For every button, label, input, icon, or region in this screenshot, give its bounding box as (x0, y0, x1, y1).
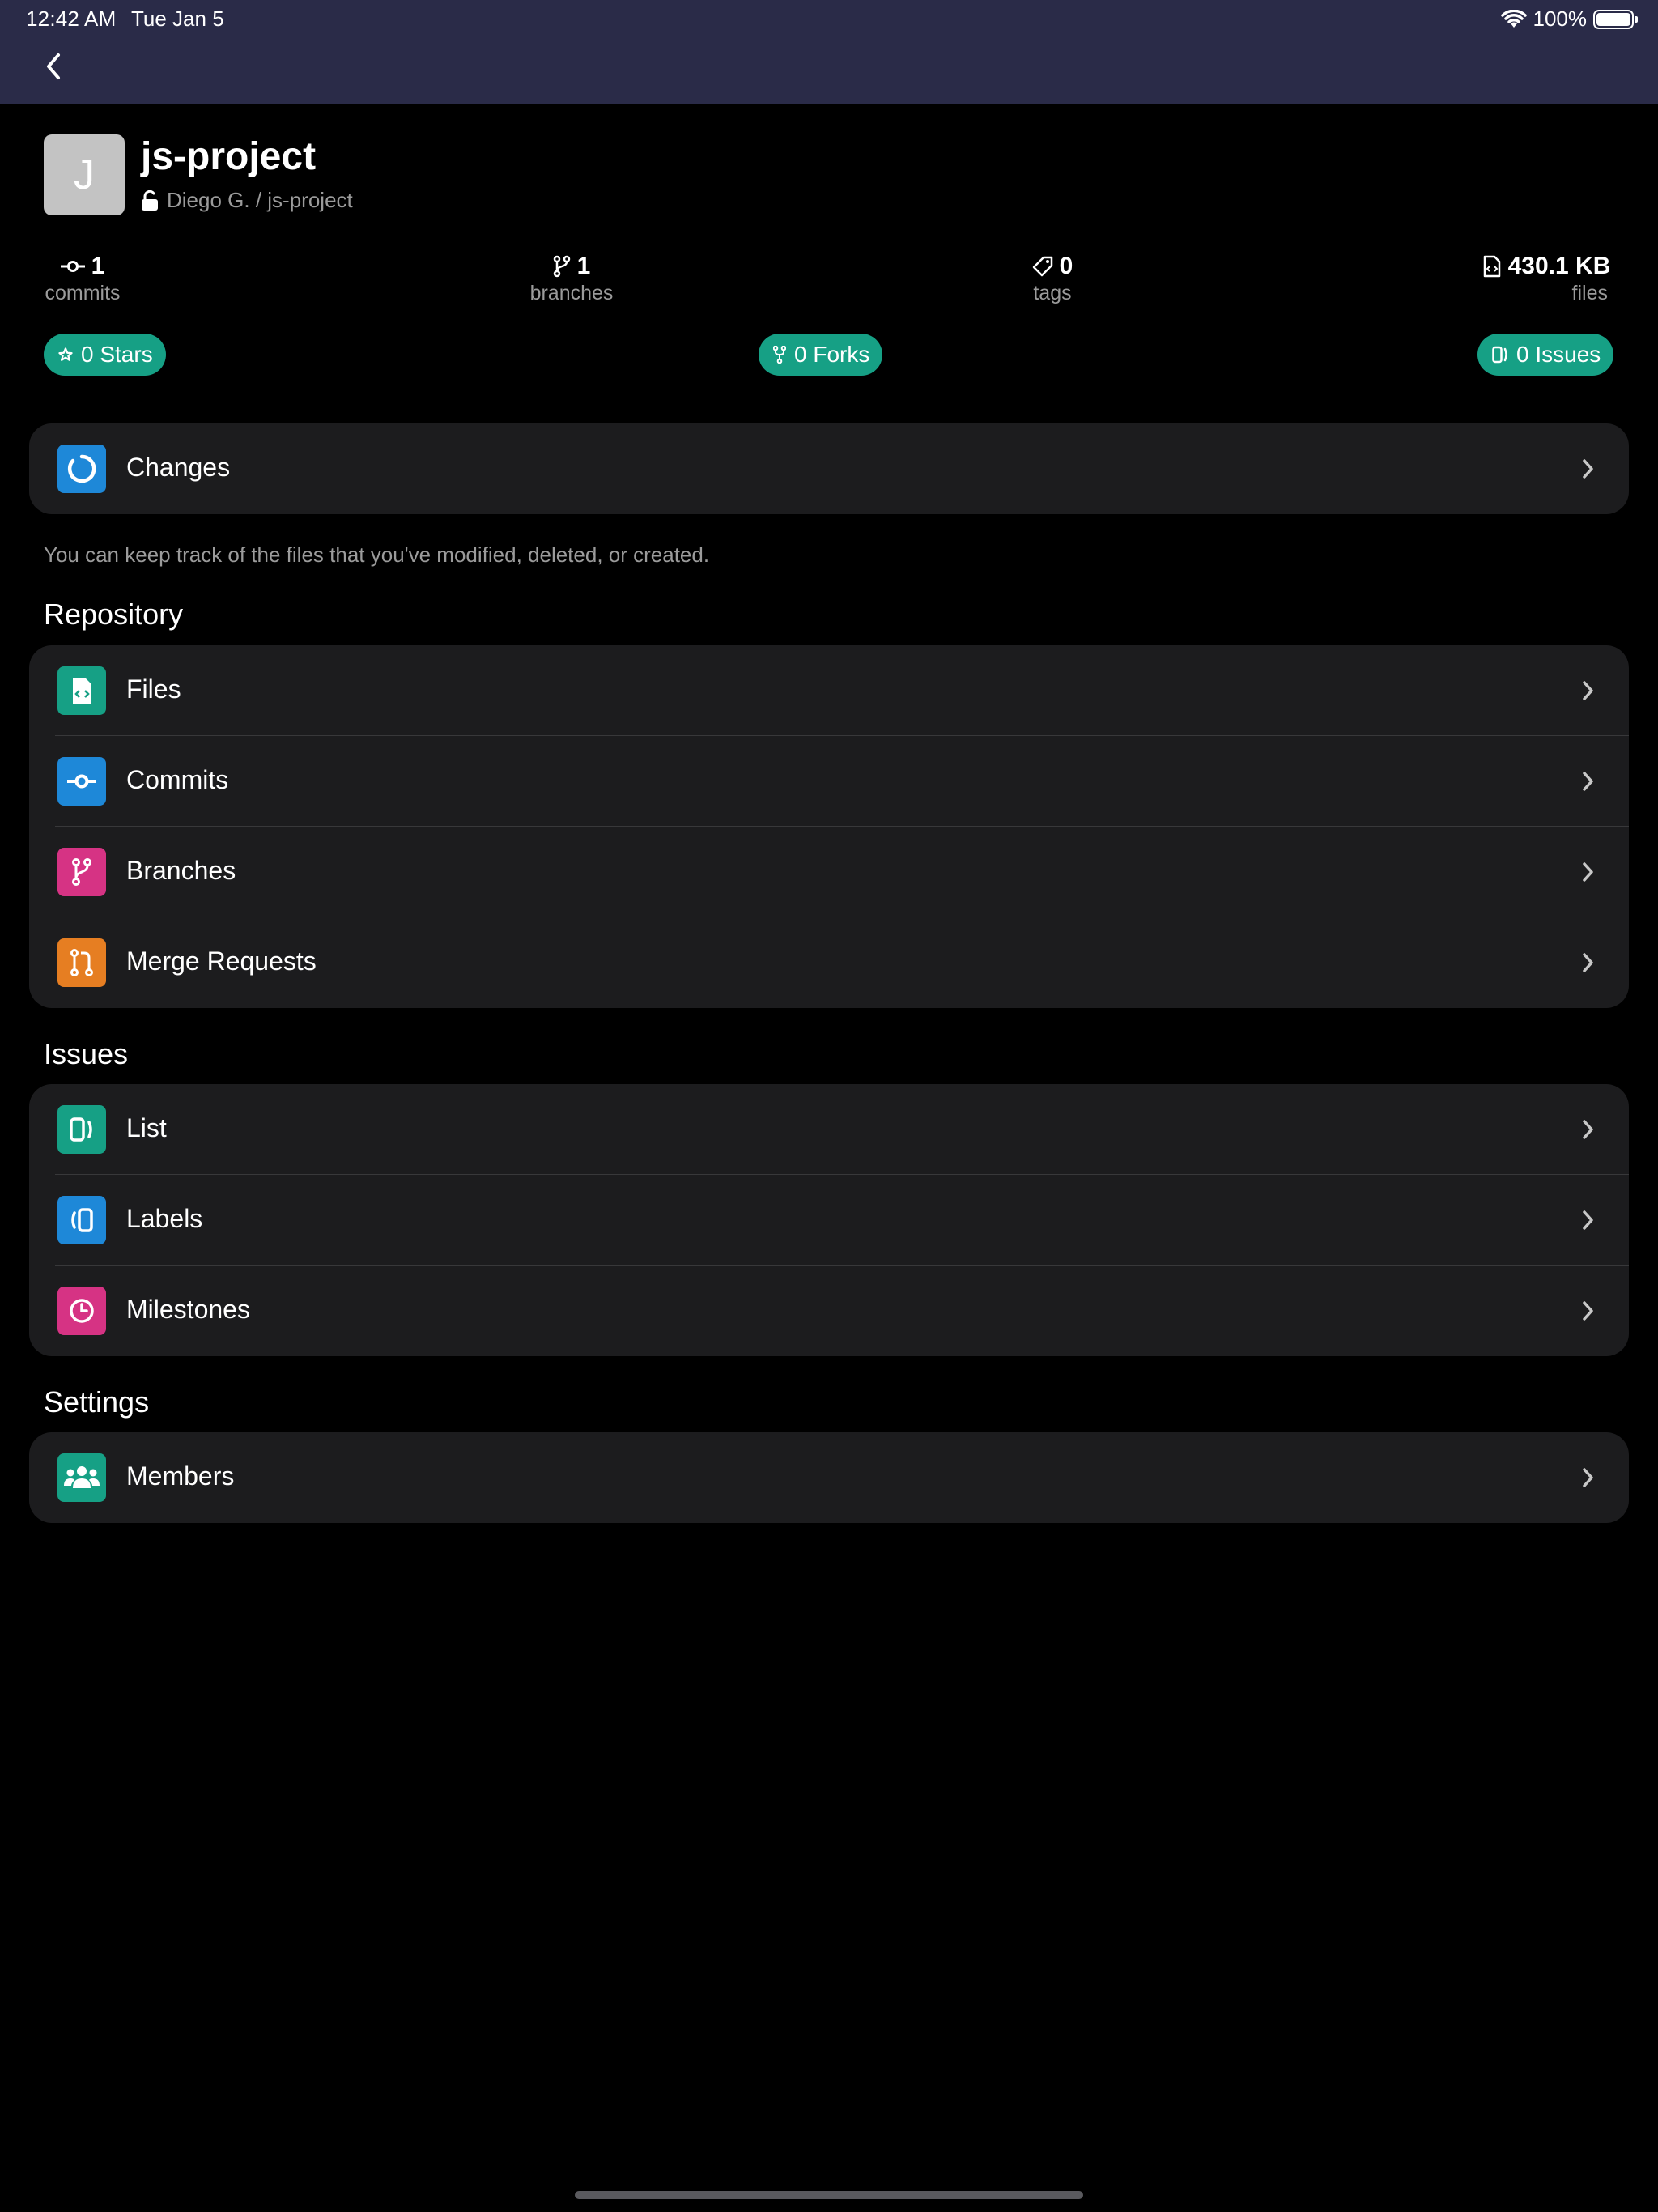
wifi-icon (1500, 9, 1527, 28)
milestones-row[interactable]: Milestones (29, 1266, 1629, 1356)
stat-branches-label: branches (529, 282, 614, 304)
repository-card: Files Commits Branches Merge Requests (29, 645, 1629, 1008)
clock-icon (57, 1287, 106, 1335)
merge-requests-label: Merge Requests (126, 946, 317, 976)
list-label: List (126, 1113, 167, 1142)
stat-tags-label: tags (1033, 282, 1072, 304)
project-path: Diego G. / js-project (141, 188, 353, 213)
chevron-right-icon (1583, 1120, 1593, 1139)
chevron-right-icon (1583, 459, 1593, 479)
forks-label: 0 Forks (794, 342, 870, 367)
list-row[interactable]: List (29, 1084, 1629, 1175)
page-title: js-project (141, 135, 317, 178)
stars-button[interactable]: 0 Stars (44, 334, 166, 376)
chevron-right-icon (1583, 1468, 1593, 1487)
merge-requests-row[interactable]: Merge Requests (29, 917, 1629, 1008)
stat-tags-value: 0 (1059, 253, 1073, 279)
battery-icon (1593, 9, 1638, 29)
chevron-right-icon (1583, 1301, 1593, 1321)
back-button[interactable] (39, 50, 68, 83)
chevron-right-icon (1583, 953, 1593, 972)
chevron-right-icon (1583, 772, 1593, 791)
labels-label: Labels (126, 1204, 203, 1233)
stat-commits-label: commits (45, 282, 121, 304)
merge-request-icon (57, 938, 106, 987)
stat-tags[interactable]: 0 tags (1020, 253, 1085, 305)
chevron-left-icon (47, 53, 60, 79)
commits-label: Commits (126, 765, 229, 794)
files-row[interactable]: Files (29, 645, 1629, 736)
forks-button[interactable]: 0 Forks (759, 334, 883, 376)
fork-icon (773, 346, 786, 364)
chevron-right-icon (1583, 862, 1593, 882)
status-time: 12:42 AM (26, 6, 117, 31)
section-title-repository: Repository (44, 598, 184, 631)
status-indicators: 100% (1500, 6, 1638, 32)
stat-branches-value: 1 (576, 253, 591, 279)
file-code-icon (1483, 255, 1500, 278)
project-path-text: Diego G. / js-project (167, 188, 353, 212)
stat-files-label: files (1571, 282, 1608, 304)
issues-card: List Labels Milestones (29, 1084, 1629, 1356)
issues-icon (1492, 346, 1507, 364)
changes-footnote: You can keep track of the files that you… (44, 542, 710, 567)
stat-files[interactable]: 430.1 KB files (1473, 253, 1619, 305)
changes-row[interactable]: Changes (29, 423, 1629, 514)
stat-commits[interactable]: 1 commits (44, 253, 121, 305)
users-icon (57, 1453, 106, 1502)
stars-label: 0 Stars (81, 342, 153, 367)
commit-icon (57, 757, 106, 806)
labels-row[interactable]: Labels (29, 1175, 1629, 1266)
members-label: Members (126, 1461, 235, 1491)
navigation-bar: 12:42 AM Tue Jan 5 100% (0, 0, 1658, 104)
stat-branches[interactable]: 1 branches (526, 253, 617, 305)
members-row[interactable]: Members (29, 1432, 1629, 1523)
branches-label: Branches (126, 856, 236, 885)
file-code-icon (57, 666, 106, 715)
branch-icon (553, 255, 570, 278)
milestones-label: Milestones (126, 1295, 250, 1324)
settings-card: Members (29, 1432, 1629, 1523)
stat-files-value: 430.1 KB (1507, 253, 1611, 279)
status-date: Tue Jan 5 (131, 6, 224, 31)
battery-percent: 100% (1533, 6, 1588, 31)
issues-list-icon (57, 1105, 106, 1154)
issues-button[interactable]: 0 Issues (1477, 334, 1614, 376)
changes-label: Changes (126, 453, 231, 482)
branch-icon (57, 848, 106, 896)
home-indicator[interactable] (575, 2191, 1083, 2199)
branches-row[interactable]: Branches (29, 827, 1629, 917)
section-title-settings: Settings (44, 1385, 150, 1419)
tag-icon (1032, 256, 1052, 277)
changes-icon (57, 445, 106, 493)
unlock-icon (142, 189, 158, 211)
issues-label: 0 Issues (1516, 342, 1601, 367)
labels-icon (57, 1196, 106, 1244)
chevron-right-icon (1583, 681, 1593, 700)
commits-row[interactable]: Commits (29, 736, 1629, 827)
star-icon (58, 347, 73, 361)
changes-card: Changes (29, 423, 1629, 514)
stat-commits-value: 1 (91, 253, 105, 279)
commit-icon (60, 261, 85, 272)
avatar: J (44, 134, 125, 215)
section-title-issues: Issues (44, 1037, 129, 1070)
files-label: Files (126, 674, 181, 704)
chevron-right-icon (1583, 1210, 1593, 1230)
